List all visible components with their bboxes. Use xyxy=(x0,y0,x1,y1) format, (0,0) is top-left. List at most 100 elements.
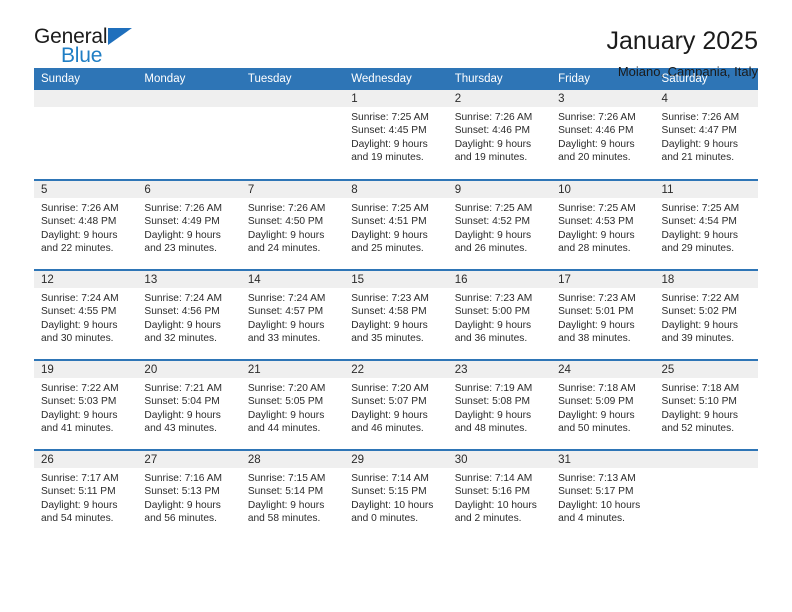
triangle-flag-icon xyxy=(108,28,132,45)
day-cell[interactable]: 29 Sunrise: 7:14 AM Sunset: 5:15 PM Dayligh… xyxy=(344,449,448,540)
day-details: Sunrise: 7:22 AM Sunset: 5:02 PM Daylight:… xyxy=(655,288,758,346)
day-details: Sunrise: 7:14 AM Sunset: 5:15 PM Daylight:… xyxy=(344,468,447,526)
sunrise-text: Sunrise: 7:26 AM xyxy=(144,203,223,214)
day-details: Sunrise: 7:14 AM Sunset: 5:16 PM Daylight:… xyxy=(448,468,551,526)
day-cell[interactable]: 12 Sunrise: 7:24 AM Sunset: 4:55 PM Dayligh… xyxy=(34,269,138,360)
daylight-text: Daylight: 9 hours xyxy=(247,229,325,241)
daylight-text: Daylight: 9 hours xyxy=(661,229,738,241)
day-details: Sunrise: 7:24 AM Sunset: 4:57 PM Daylight:… xyxy=(241,288,344,346)
day-cell-empty xyxy=(137,90,241,180)
day-cell[interactable]: 23 Sunrise: 7:19 AM Sunset: 5:08 PM Dayligh… xyxy=(447,359,552,450)
sunrise-text: Sunrise: 7:21 AM xyxy=(144,383,223,394)
day-number: 5 xyxy=(34,181,138,198)
day-details: Sunrise: 7:21 AM Sunset: 5:04 PM Daylight:… xyxy=(137,378,240,436)
sunset-text: Sunset: 5:01 PM xyxy=(558,306,634,318)
sunrise-text: Sunrise: 7:23 AM xyxy=(558,293,636,304)
sunset-text: Sunset: 4:47 PM xyxy=(661,125,737,137)
sunrise-text: Sunrise: 7:20 AM xyxy=(351,383,429,394)
day-cell[interactable]: 1 Sunrise: 7:25 AM Sunset: 4:45 PM Daylight… xyxy=(344,90,448,180)
weekday-header-thursday: Thursday xyxy=(447,68,552,90)
day-cell[interactable]: 26 Sunrise: 7:17 AM Sunset: 5:11 PM Dayligh… xyxy=(34,449,138,540)
day-details: Sunrise: 7:26 AM Sunset: 4:47 PM Daylight:… xyxy=(655,107,758,165)
day-cell[interactable]: 3 Sunrise: 7:26 AM Sunset: 4:46 PM Daylight… xyxy=(551,90,655,180)
page-title: January 2025 xyxy=(606,27,758,55)
daylight-text: and 2 minutes. xyxy=(454,513,522,525)
daylight-text: and 35 minutes. xyxy=(351,333,424,345)
sunrise-text: Sunrise: 7:17 AM xyxy=(41,473,119,484)
weekday-header-wednesday: Wednesday xyxy=(344,68,448,90)
day-cell[interactable]: 22 Sunrise: 7:20 AM Sunset: 5:07 PM Dayligh… xyxy=(344,359,448,450)
sunset-text: Sunset: 4:46 PM xyxy=(454,125,531,137)
sunset-text: Sunset: 4:56 PM xyxy=(144,306,220,318)
day-cell[interactable]: 17 Sunrise: 7:23 AM Sunset: 5:01 PM Dayligh… xyxy=(551,269,655,360)
day-cell[interactable]: 13 Sunrise: 7:24 AM Sunset: 4:56 PM Dayligh… xyxy=(137,269,241,360)
sunset-text: Sunset: 4:49 PM xyxy=(144,216,220,228)
day-number: 21 xyxy=(240,361,345,378)
day-details: Sunrise: 7:26 AM Sunset: 4:49 PM Daylight:… xyxy=(137,198,240,256)
daylight-text: and 20 minutes. xyxy=(558,152,631,164)
day-number: 16 xyxy=(447,271,552,288)
sunset-text: Sunset: 4:57 PM xyxy=(247,306,324,318)
day-number: 25 xyxy=(654,361,758,378)
page-header: General Blue January 2025 Moiano, Campan… xyxy=(34,0,758,79)
day-cell[interactable]: 2 Sunrise: 7:26 AM Sunset: 4:46 PM Daylight… xyxy=(447,90,552,180)
day-cell[interactable]: 28 Sunrise: 7:15 AM Sunset: 5:14 PM Dayligh… xyxy=(240,449,345,540)
day-cell[interactable]: 7 Sunrise: 7:26 AM Sunset: 4:50 PM Daylight… xyxy=(240,179,345,270)
day-cell[interactable]: 4 Sunrise: 7:26 AM Sunset: 4:47 PM Daylight… xyxy=(654,90,758,180)
daylight-text: Daylight: 10 hours xyxy=(454,499,537,511)
sunrise-text: Sunrise: 7:22 AM xyxy=(41,383,119,394)
day-cell[interactable]: 6 Sunrise: 7:26 AM Sunset: 4:49 PM Daylight… xyxy=(137,179,241,270)
day-details: Sunrise: 7:24 AM Sunset: 4:56 PM Daylight:… xyxy=(137,288,240,346)
day-details: Sunrise: 7:24 AM Sunset: 4:55 PM Daylight:… xyxy=(34,288,137,346)
daylight-text: Daylight: 9 hours xyxy=(454,229,532,241)
daylight-text: and 19 minutes. xyxy=(351,152,424,164)
day-cell[interactable]: 5 Sunrise: 7:26 AM Sunset: 4:48 PM Daylight… xyxy=(34,179,138,270)
sunrise-text: Sunrise: 7:23 AM xyxy=(351,293,429,304)
sunset-text: Sunset: 5:15 PM xyxy=(351,486,427,498)
day-cell[interactable]: 8 Sunrise: 7:25 AM Sunset: 4:51 PM Daylight… xyxy=(344,179,448,270)
sunrise-text: Sunrise: 7:25 AM xyxy=(661,203,740,214)
daylight-text: and 50 minutes. xyxy=(558,423,631,435)
sunset-text: Sunset: 4:45 PM xyxy=(351,125,427,137)
sunset-text: Sunset: 5:11 PM xyxy=(41,486,116,498)
sunset-text: Sunset: 4:48 PM xyxy=(41,216,117,228)
day-details: Sunrise: 7:20 AM Sunset: 5:07 PM Daylight:… xyxy=(344,378,447,436)
day-cell[interactable]: 21 Sunrise: 7:20 AM Sunset: 5:05 PM Dayligh… xyxy=(240,359,345,450)
day-cell[interactable]: 30 Sunrise: 7:14 AM Sunset: 5:16 PM Dayligh… xyxy=(447,449,552,540)
day-cell[interactable]: 15 Sunrise: 7:23 AM Sunset: 4:58 PM Dayligh… xyxy=(344,269,448,360)
daylight-text: Daylight: 9 hours xyxy=(247,499,325,511)
sunrise-text: Sunrise: 7:20 AM xyxy=(247,383,326,394)
day-cell[interactable]: 19 Sunrise: 7:22 AM Sunset: 5:03 PM Dayligh… xyxy=(34,359,138,450)
day-cell[interactable]: 24 Sunrise: 7:18 AM Sunset: 5:09 PM Dayligh… xyxy=(551,359,655,450)
day-cell[interactable]: 9 Sunrise: 7:25 AM Sunset: 4:52 PM Daylight… xyxy=(447,179,552,270)
sunset-text: Sunset: 5:17 PM xyxy=(558,486,634,498)
day-details: Sunrise: 7:16 AM Sunset: 5:13 PM Daylight:… xyxy=(137,468,240,526)
daylight-text: Daylight: 9 hours xyxy=(41,409,118,421)
day-details: Sunrise: 7:23 AM Sunset: 5:01 PM Daylight:… xyxy=(551,288,654,346)
day-cell[interactable]: 20 Sunrise: 7:21 AM Sunset: 5:04 PM Dayligh… xyxy=(137,359,241,450)
day-cell-empty xyxy=(654,449,758,540)
generalblue-logo[interactable]: General Blue xyxy=(34,26,154,74)
day-cell[interactable]: 31 Sunrise: 7:13 AM Sunset: 5:17 PM Dayligh… xyxy=(551,449,655,540)
daylight-text: and 23 minutes. xyxy=(144,243,217,255)
daylight-text: Daylight: 9 hours xyxy=(247,319,325,331)
day-cell[interactable]: 14 Sunrise: 7:24 AM Sunset: 4:57 PM Dayligh… xyxy=(240,269,345,360)
sunset-text: Sunset: 5:02 PM xyxy=(661,306,737,318)
sunrise-text: Sunrise: 7:26 AM xyxy=(41,203,119,214)
day-cell[interactable]: 18 Sunrise: 7:22 AM Sunset: 5:02 PM Dayligh… xyxy=(654,269,758,360)
daylight-text: Daylight: 9 hours xyxy=(351,319,428,331)
day-number: 29 xyxy=(344,451,448,468)
day-cell[interactable]: 10 Sunrise: 7:25 AM Sunset: 4:53 PM Dayligh… xyxy=(551,179,655,270)
daylight-text: Daylight: 9 hours xyxy=(351,409,428,421)
day-number: 30 xyxy=(447,451,552,468)
sunset-text: Sunset: 4:53 PM xyxy=(558,216,634,228)
day-number: 1 xyxy=(344,90,448,107)
day-cell[interactable]: 25 Sunrise: 7:18 AM Sunset: 5:10 PM Dayligh… xyxy=(654,359,758,450)
week-row: 26 Sunrise: 7:17 AM Sunset: 5:11 PM Dayligh… xyxy=(34,449,758,540)
daylight-text: and 43 minutes. xyxy=(144,423,217,435)
day-cell[interactable]: 27 Sunrise: 7:16 AM Sunset: 5:13 PM Dayligh… xyxy=(137,449,241,540)
day-cell[interactable]: 11 Sunrise: 7:25 AM Sunset: 4:54 PM Dayligh… xyxy=(654,179,758,270)
day-details: Sunrise: 7:18 AM Sunset: 5:10 PM Daylight:… xyxy=(655,378,758,436)
daylight-text: and 54 minutes. xyxy=(41,513,114,525)
day-cell[interactable]: 16 Sunrise: 7:23 AM Sunset: 5:00 PM Dayligh… xyxy=(447,269,552,360)
